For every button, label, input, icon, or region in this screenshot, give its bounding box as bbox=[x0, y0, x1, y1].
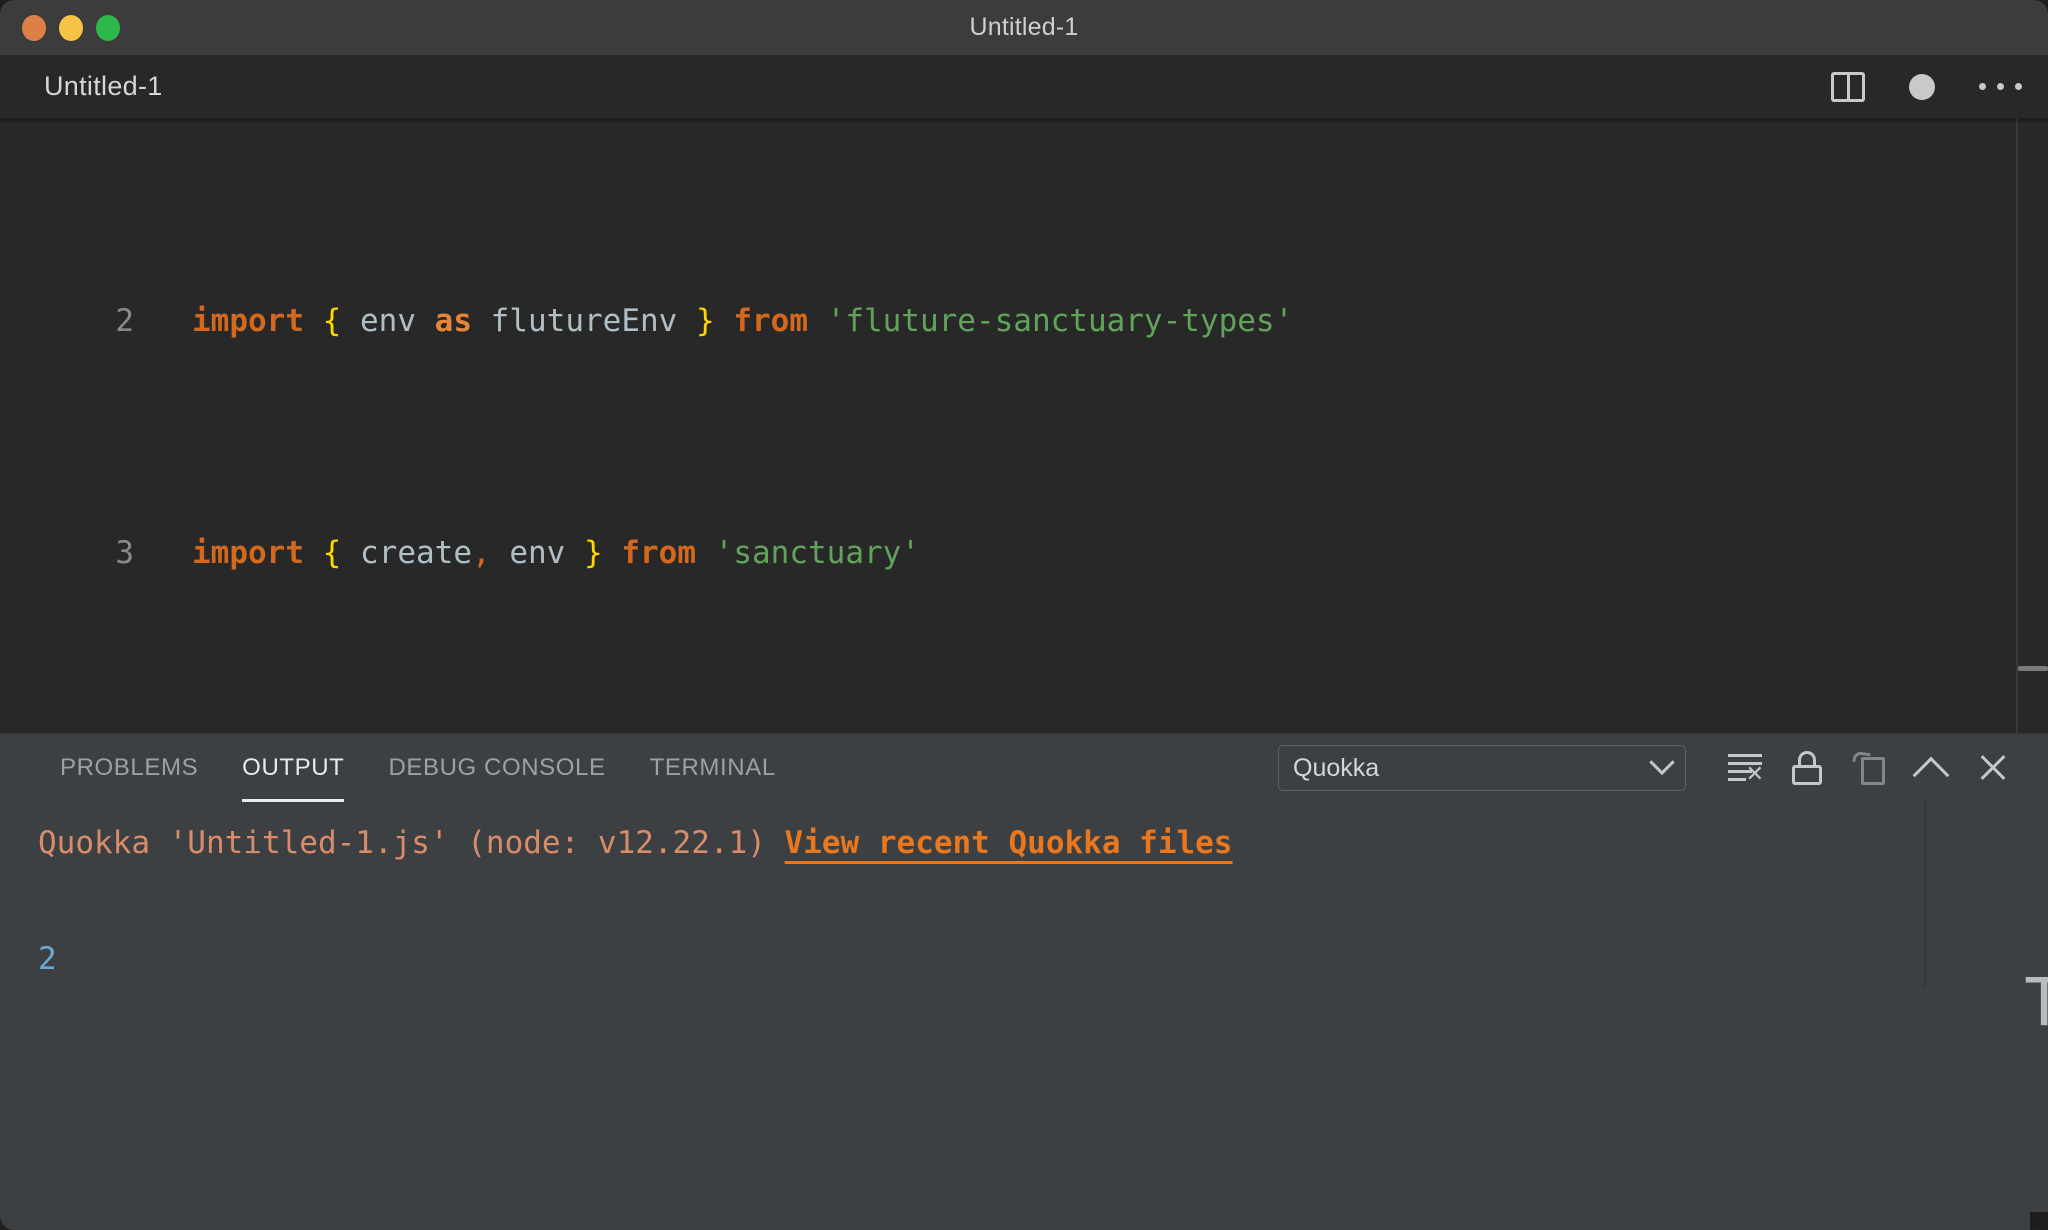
window-titlebar: Untitled-1 bbox=[0, 0, 2048, 55]
editor-scrollbar-thumb[interactable] bbox=[2018, 666, 2048, 671]
clear-output-icon: ✕ bbox=[1728, 754, 1764, 786]
output-channel-select[interactable]: Quokka bbox=[1278, 745, 1686, 791]
code-line: 3 import { create, env } from 'sanctuary… bbox=[0, 524, 2048, 582]
output-header-text: Quokka 'Untitled-1.js' (node: v12.22.1) bbox=[38, 825, 785, 861]
token-brace: { bbox=[322, 535, 342, 571]
chevron-down-icon bbox=[1649, 749, 1675, 776]
bottom-panel: PROBLEMS OUTPUT DEBUG CONSOLE TERMINAL Q… bbox=[0, 733, 2048, 1230]
token-brace: { bbox=[322, 303, 342, 339]
lock-scroll-button[interactable] bbox=[1776, 738, 1838, 798]
chevron-up-icon bbox=[1912, 756, 1950, 794]
clipped-edge-glyph: T bbox=[2024, 964, 2048, 1041]
window-corner-mask bbox=[2030, 1212, 2048, 1230]
editor-tabstrip: Untitled-1 bbox=[0, 55, 2048, 118]
line-number: 2 bbox=[115, 303, 134, 339]
tab-terminal[interactable]: TERMINAL bbox=[628, 734, 798, 802]
line-number: 3 bbox=[115, 535, 134, 571]
output-result-value: 2 bbox=[38, 941, 57, 977]
output-blank-line bbox=[38, 872, 2048, 930]
token-string: 'fluture-sanctuary-types' bbox=[826, 303, 1294, 339]
token-keyword: from bbox=[733, 303, 808, 339]
open-in-editor-icon bbox=[1852, 750, 1885, 785]
view-recent-quokka-files-link[interactable]: View recent Quokka files bbox=[785, 825, 1233, 861]
open-in-editor-button[interactable] bbox=[1838, 738, 1900, 798]
panel-toolbar: PROBLEMS OUTPUT DEBUG CONSOLE TERMINAL Q… bbox=[0, 734, 2048, 802]
close-panel-button[interactable] bbox=[1962, 738, 2024, 798]
panel-actions: Quokka ✕ bbox=[1278, 738, 2024, 798]
editor-tab-actions bbox=[1831, 71, 2022, 102]
maximize-panel-button[interactable] bbox=[1900, 738, 1962, 798]
line-text: import { create, env } from 'sanctuary' bbox=[134, 524, 920, 582]
token-identifier: env bbox=[509, 535, 566, 571]
tab-output[interactable]: OUTPUT bbox=[220, 734, 366, 802]
token-brace: } bbox=[584, 535, 603, 571]
code-content: 2 import { env as flutureEnv } from 'flu… bbox=[0, 118, 2048, 733]
token-keyword: import bbox=[192, 303, 304, 339]
token-brace: } bbox=[695, 303, 715, 339]
clear-output-button[interactable]: ✕ bbox=[1714, 738, 1776, 798]
token-keyword: from bbox=[621, 535, 696, 571]
tab-debug-console[interactable]: DEBUG CONSOLE bbox=[366, 734, 627, 802]
close-icon bbox=[1978, 753, 2008, 783]
output-channel-value: Quokka bbox=[1293, 753, 1380, 782]
tab-problems[interactable]: PROBLEMS bbox=[38, 734, 220, 802]
output-content[interactable]: Quokka 'Untitled-1.js' (node: v12.22.1) … bbox=[0, 802, 2048, 1036]
panel-edge-separator bbox=[1924, 802, 1926, 988]
editor-scroll-shadow bbox=[0, 118, 2048, 125]
token-comma: , bbox=[471, 535, 491, 571]
token-string: 'sanctuary' bbox=[714, 535, 920, 571]
panel-tablist: PROBLEMS OUTPUT DEBUG CONSOLE TERMINAL bbox=[38, 734, 798, 802]
token-keyword: import bbox=[192, 535, 304, 571]
line-text: import { env as flutureEnv } from 'flutu… bbox=[134, 292, 1293, 350]
code-line: 2 import { env as flutureEnv } from 'flu… bbox=[0, 292, 2048, 350]
token-identifier: create bbox=[360, 535, 472, 571]
token-as: as bbox=[434, 303, 472, 339]
vscode-window: Untitled-1 Untitled-1 2 import { env as … bbox=[0, 0, 2048, 1230]
window-title: Untitled-1 bbox=[969, 13, 1079, 41]
output-header-line: Quokka 'Untitled-1.js' (node: v12.22.1) … bbox=[38, 814, 2048, 872]
token-identifier: env bbox=[360, 303, 416, 339]
unsaved-dot-icon[interactable] bbox=[1909, 73, 1935, 100]
editor-tab-untitled-1[interactable]: Untitled-1 bbox=[44, 71, 163, 102]
overview-ruler-border bbox=[2016, 118, 2018, 733]
output-result-line: 2 bbox=[38, 930, 2048, 988]
more-actions-icon[interactable] bbox=[1979, 83, 2022, 90]
token-identifier: flutureEnv bbox=[490, 303, 678, 339]
lock-scroll-icon bbox=[1792, 751, 1822, 785]
code-editor[interactable]: 2 import { env as flutureEnv } from 'flu… bbox=[0, 118, 2048, 733]
split-editor-icon[interactable] bbox=[1831, 71, 1865, 102]
